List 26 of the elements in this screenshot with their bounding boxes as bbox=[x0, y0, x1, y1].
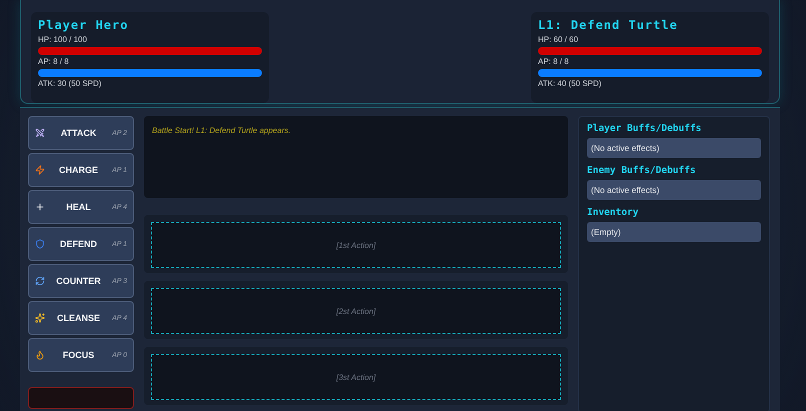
lightning-icon bbox=[35, 165, 45, 175]
shield-icon bbox=[35, 239, 45, 249]
attack-stat: ATK: 30 (50 SPD) bbox=[38, 79, 102, 88]
sparkles-icon bbox=[35, 313, 45, 323]
status-box: (No active effects) bbox=[587, 138, 761, 158]
combatant-name: L1: Defend Turtle bbox=[538, 18, 679, 32]
plus-icon bbox=[35, 202, 45, 212]
action-slot[interactable]: [1st Action] bbox=[151, 222, 561, 268]
swords-icon bbox=[35, 128, 45, 138]
refresh-icon bbox=[35, 276, 45, 286]
log-entry: Battle Start! L1: Defend Turtle appears. bbox=[152, 126, 292, 135]
ap-label: AP: 8 / 8 bbox=[538, 57, 570, 66]
combatant-name: Player Hero bbox=[38, 18, 130, 32]
action-slot[interactable]: [2st Action] bbox=[151, 288, 561, 334]
hp-label: HP: 100 / 100 bbox=[38, 35, 88, 44]
section-title: Enemy Buffs/Debuffs bbox=[587, 165, 697, 176]
section-title: Player Buffs/Debuffs bbox=[587, 123, 702, 134]
cut-off-button[interactable] bbox=[28, 387, 134, 409]
attack-stat: ATK: 40 (50 SPD) bbox=[538, 79, 602, 88]
hp-label: HP: 60 / 60 bbox=[538, 35, 580, 44]
status-box: (Empty) bbox=[587, 222, 761, 242]
ap-label: AP: 8 / 8 bbox=[38, 57, 70, 66]
flame-icon bbox=[35, 350, 45, 360]
action-slot[interactable]: [3st Action] bbox=[151, 354, 561, 400]
status-box: (No active effects) bbox=[587, 180, 761, 200]
section-title: Inventory bbox=[587, 207, 640, 218]
